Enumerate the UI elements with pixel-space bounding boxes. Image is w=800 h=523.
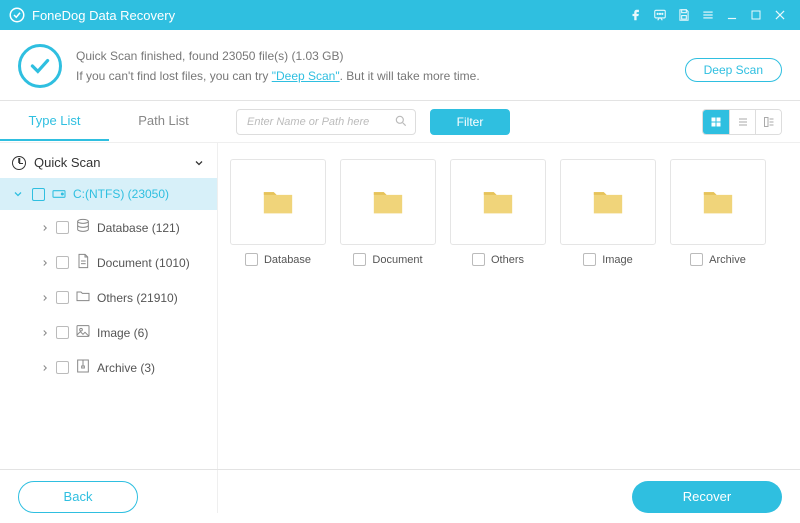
document-icon — [75, 253, 91, 272]
folder-checkbox[interactable] — [583, 253, 596, 266]
tree-root-label: Quick Scan — [34, 155, 100, 170]
folder-thumb[interactable] — [560, 159, 656, 245]
maximize-icon[interactable] — [744, 3, 768, 27]
folder-icon — [261, 187, 295, 217]
folder-card: Image — [560, 159, 656, 266]
tab-group: Type List Path List — [0, 102, 218, 141]
drive-checkbox[interactable] — [32, 188, 45, 201]
tree-item-label: Archive (3) — [97, 361, 155, 375]
chevron-right-icon — [40, 328, 50, 338]
deep-scan-button[interactable]: Deep Scan — [685, 58, 782, 82]
tree-item-label: Document (1010) — [97, 256, 190, 270]
recover-button[interactable]: Recover — [632, 481, 782, 513]
tree-item[interactable]: Document (1010) — [0, 245, 217, 280]
tab-type-list[interactable]: Type List — [0, 102, 109, 141]
checkmark-icon — [18, 44, 62, 88]
app-logo: FoneDog Data Recovery — [8, 6, 175, 24]
titlebar: FoneDog Data Recovery — [0, 0, 800, 30]
status-line2-suffix: . But it will take more time. — [340, 69, 480, 83]
folder-thumb[interactable] — [340, 159, 436, 245]
save-icon[interactable] — [672, 3, 696, 27]
feedback-icon[interactable] — [648, 3, 672, 27]
clock-icon — [12, 156, 26, 170]
tree-root-quick-scan[interactable]: Quick Scan — [0, 147, 217, 178]
folder-thumb[interactable] — [450, 159, 546, 245]
tree-item-checkbox[interactable] — [56, 291, 69, 304]
folder-checkbox[interactable] — [353, 253, 366, 266]
tree-item-checkbox[interactable] — [56, 361, 69, 374]
folder-checkbox[interactable] — [245, 253, 258, 266]
logo-icon — [8, 6, 26, 24]
folder-icon — [371, 187, 405, 217]
status-line1-suffix: ) — [340, 49, 344, 63]
toolbar: Type List Path List Filter — [0, 101, 800, 143]
chevron-right-icon — [40, 363, 50, 373]
status-text: Quick Scan finished, found 23050 file(s)… — [76, 46, 480, 87]
minimize-icon[interactable] — [720, 3, 744, 27]
chevron-right-icon — [40, 258, 50, 268]
view-detail-button[interactable] — [755, 110, 781, 134]
tree-item[interactable]: Archive (3) — [0, 350, 217, 385]
chevron-right-icon — [40, 293, 50, 303]
tree-item-checkbox[interactable] — [56, 256, 69, 269]
tree-drive-c[interactable]: C:(NTFS) (23050) — [0, 178, 217, 210]
folder-label-text: Others — [491, 254, 524, 266]
tree-item[interactable]: Database (121) — [0, 210, 217, 245]
view-grid-button[interactable] — [703, 110, 729, 134]
folder-thumb[interactable] — [670, 159, 766, 245]
chevron-down-icon — [12, 188, 24, 200]
folder-label-text: Document — [372, 254, 422, 266]
status-line1-prefix: Quick Scan finished, found — [76, 49, 222, 63]
folder-grid: Database Document Others — [218, 143, 800, 513]
folder-checkbox[interactable] — [472, 253, 485, 266]
main-area: Quick Scan C:(NTFS) (23050) Database (12… — [0, 143, 800, 513]
close-icon[interactable] — [768, 3, 792, 27]
folder-icon — [591, 187, 625, 217]
tab-path-list[interactable]: Path List — [109, 102, 218, 141]
status-file-count: 23050 — [222, 49, 255, 63]
folder-icon — [481, 187, 515, 217]
folder-card: Archive — [670, 159, 766, 266]
folder-card: Database — [230, 159, 326, 266]
chevron-down-icon — [193, 157, 205, 169]
database-icon — [75, 218, 91, 237]
others-icon — [75, 288, 91, 307]
search-wrap — [236, 109, 416, 135]
image-icon — [75, 323, 91, 342]
filter-button[interactable]: Filter — [430, 109, 510, 135]
folder-label-text: Archive — [709, 254, 746, 266]
folder-thumb[interactable] — [230, 159, 326, 245]
archive-icon — [75, 358, 91, 377]
status-line2-prefix: If you can't find lost files, you can tr… — [76, 69, 272, 83]
view-toggle — [702, 109, 782, 135]
status-panel: Quick Scan finished, found 23050 file(s)… — [0, 30, 800, 101]
tree-item[interactable]: Others (21910) — [0, 280, 217, 315]
folder-card: Others — [450, 159, 546, 266]
app-title: FoneDog Data Recovery — [32, 8, 175, 23]
facebook-icon[interactable] — [624, 3, 648, 27]
status-line1-mid: file(s) ( — [255, 49, 295, 63]
folder-card: Document — [340, 159, 436, 266]
drive-icon — [51, 186, 67, 202]
search-input[interactable] — [236, 109, 416, 135]
sidebar: Quick Scan C:(NTFS) (23050) Database (12… — [0, 143, 218, 513]
deep-scan-link[interactable]: "Deep Scan" — [272, 69, 340, 83]
folder-checkbox[interactable] — [690, 253, 703, 266]
tree-item[interactable]: Image (6) — [0, 315, 217, 350]
tree-item-label: Database (121) — [97, 221, 180, 235]
chevron-right-icon — [40, 223, 50, 233]
folder-icon — [701, 187, 735, 217]
tree-item-checkbox[interactable] — [56, 326, 69, 339]
back-button[interactable]: Back — [18, 481, 138, 513]
tree-drive-label: C:(NTFS) (23050) — [73, 187, 169, 201]
tree-item-checkbox[interactable] — [56, 221, 69, 234]
status-size: 1.03 GB — [295, 49, 339, 63]
tree-item-label: Others (21910) — [97, 291, 178, 305]
footer: Back Recover — [0, 469, 800, 523]
menu-icon[interactable] — [696, 3, 720, 27]
folder-label-text: Image — [602, 254, 633, 266]
tree-item-label: Image (6) — [97, 326, 148, 340]
folder-label-text: Database — [264, 254, 311, 266]
view-list-button[interactable] — [729, 110, 755, 134]
